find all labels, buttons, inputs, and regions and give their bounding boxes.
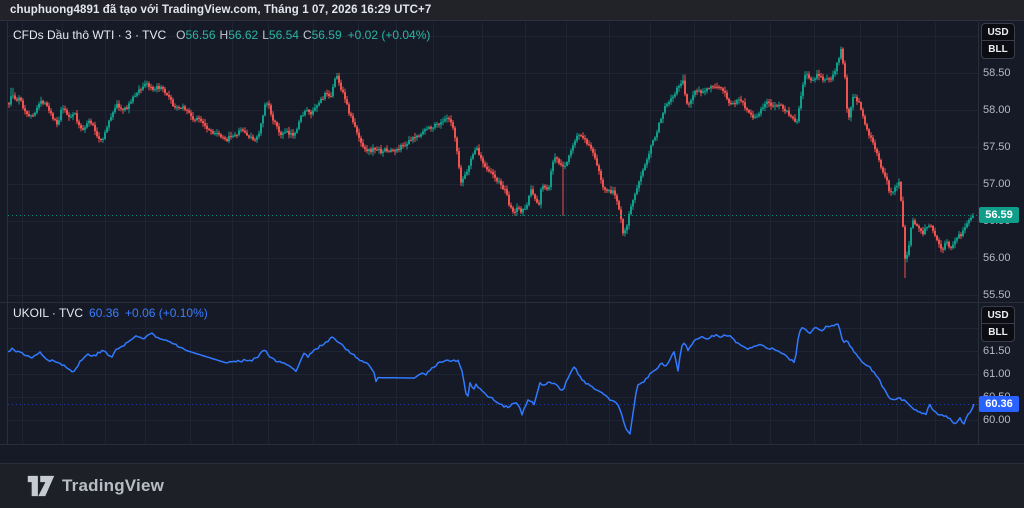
wti-legend[interactable]: CFDs Dầu thô WTI · 3 · TVC O56.56H56.62L… — [13, 28, 430, 42]
wti-price-label: 58.50 — [983, 67, 1023, 79]
wti-ohlc-values: O56.56H56.62L56.54C56.59 — [172, 28, 342, 42]
ohlc-value: 56.56 — [185, 28, 215, 42]
ukoil-change: +0.06 (+0.10%) — [125, 306, 208, 320]
ukoil-unit-measure: BLL — [982, 324, 1014, 341]
ohlc-letter: H — [220, 28, 229, 42]
ukoil-last-price-badge: 60.36 — [979, 396, 1019, 412]
tradingview-logo[interactable]: TradingView — [27, 475, 164, 497]
wti-price-label: 55.50 — [983, 289, 1023, 301]
wti-symbol-title: CFDs Dầu thô WTI · 3 · TVC — [13, 28, 166, 42]
ukoil-price-label: 61.00 — [983, 368, 1023, 380]
wti-unit-currency: USD — [982, 24, 1014, 41]
wti-price-label: 56.00 — [983, 252, 1023, 264]
ohlc-letter: L — [262, 28, 269, 42]
ukoil-legend[interactable]: UKOIL · TVC 60.36 +0.06 (+0.10%) — [13, 306, 208, 320]
footer-bar: TradingView — [0, 463, 1024, 508]
ohlc-value: 56.62 — [228, 28, 258, 42]
wti-unit-badge: USD BLL — [981, 23, 1015, 59]
wti-unit-measure: BLL — [982, 41, 1014, 58]
ohlc-letter: C — [303, 28, 312, 42]
tradingview-logo-icon — [27, 475, 55, 497]
ukoil-unit-currency: USD — [982, 307, 1014, 324]
ohlc-value: 56.54 — [269, 28, 299, 42]
wti-price-label: 57.00 — [983, 178, 1023, 190]
ukoil-price-label: 60.00 — [983, 414, 1023, 426]
ukoil-unit-badge: USD BLL — [981, 306, 1015, 342]
ukoil-last-value: 60.36 — [89, 306, 119, 320]
tradingview-logo-text: TradingView — [62, 476, 164, 496]
tradingview-snapshot: chuphuong4891 đã tạo với TradingView.com… — [0, 0, 1024, 508]
time-axis[interactable]: 3006:3012:0018:003106:3012:0018:00202606… — [0, 444, 1024, 463]
ukoil-symbol-title: UKOIL · TVC — [13, 306, 83, 320]
wti-change: +0.02 (+0.04%) — [348, 28, 431, 42]
chart-canvas[interactable] — [0, 0, 1024, 508]
wti-price-label: 57.50 — [983, 141, 1023, 153]
ohlc-value: 56.59 — [312, 28, 342, 42]
wti-price-label: 58.00 — [983, 104, 1023, 116]
wti-last-price-badge: 56.59 — [979, 207, 1019, 223]
ukoil-price-label: 61.50 — [983, 345, 1023, 357]
